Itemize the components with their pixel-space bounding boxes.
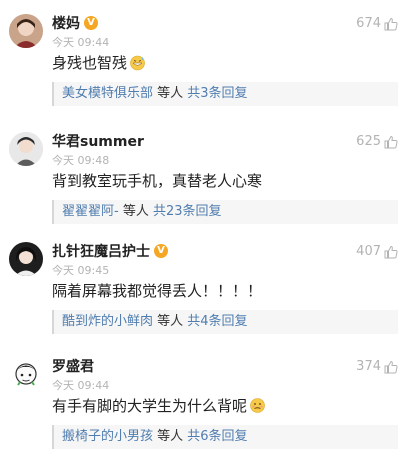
reply-count-link[interactable]: 共3条回复 — [187, 86, 247, 101]
username[interactable]: 罗盛君 — [52, 356, 94, 376]
thumbs-up-icon — [384, 135, 398, 149]
verified-badge-icon: V — [154, 244, 168, 258]
reply-count-link[interactable]: 共6条回复 — [187, 429, 247, 444]
comment-text: 有手有脚的大学生为什么背呢 — [52, 395, 266, 416]
reply-count-link[interactable]: 共23条回复 — [153, 204, 222, 219]
comment-time: 今天 09:44 — [52, 379, 110, 392]
like-count: 374 — [356, 359, 381, 374]
reply-count-link[interactable]: 共4条回复 — [187, 314, 247, 329]
comment-text: 身残也智残 — [52, 52, 146, 73]
comment-text-content: 背到教室玩手机，真替老人心寒 — [52, 172, 263, 190]
avatar[interactable] — [9, 14, 43, 48]
reply-summary[interactable]: 美女模特俱乐部 等人 共3条回复 — [52, 82, 398, 106]
like-button[interactable]: 407 — [356, 244, 398, 259]
comment-text: 背到教室玩手机，真替老人心寒 — [52, 170, 262, 191]
reply-user-link[interactable]: 翟翟翟阿- — [62, 204, 119, 219]
avatar[interactable] — [9, 242, 43, 276]
reply-middle-text: 等人 — [153, 429, 188, 444]
thumbs-up-icon — [384, 245, 398, 259]
username-text: 罗盛君 — [52, 359, 94, 375]
like-button[interactable]: 625 — [356, 134, 398, 149]
comment-feed: 楼妈 V 今天 09:44 674 身残也智残 美女模特俱乐部 等人 共3条回复 — [0, 0, 410, 460]
reply-middle-text: 等人 — [153, 314, 188, 329]
avatar[interactable] — [9, 357, 43, 391]
username[interactable]: 华君summer — [52, 131, 144, 151]
avatar[interactable] — [9, 132, 43, 166]
comment-time: 今天 09:45 — [52, 264, 110, 277]
comment-text-content: 隔着屏幕我都觉得丢人！！！！ — [52, 282, 263, 300]
reply-summary[interactable]: 翟翟翟阿- 等人 共23条回复 — [52, 200, 398, 224]
reply-middle-text: 等人 — [118, 204, 153, 219]
awkward-face-icon — [249, 397, 266, 414]
like-button[interactable]: 374 — [356, 359, 398, 374]
username-text: 扎针狂魔吕护士 — [52, 244, 150, 260]
like-count: 625 — [356, 134, 381, 149]
comment-time: 今天 09:48 — [52, 154, 110, 167]
comment-text: 隔着屏幕我都觉得丢人！！！！ — [52, 280, 262, 301]
comment-text-content: 身残也智残 — [52, 54, 128, 72]
sweat-smile-icon — [129, 54, 146, 71]
like-count: 407 — [356, 244, 381, 259]
reply-middle-text: 等人 — [153, 86, 188, 101]
thumbs-up-icon — [384, 17, 398, 31]
thumbs-up-icon — [384, 360, 398, 374]
comment-time: 今天 09:44 — [52, 36, 110, 49]
reply-summary[interactable]: 酷到炸的小鲜肉 等人 共4条回复 — [52, 310, 398, 334]
username[interactable]: 楼妈 V — [52, 13, 98, 33]
username-text: 楼妈 — [52, 16, 80, 32]
reply-summary[interactable]: 搬椅子的小男孩 等人 共6条回复 — [52, 425, 398, 449]
reply-user-link[interactable]: 酷到炸的小鲜肉 — [62, 314, 153, 329]
like-button[interactable]: 674 — [356, 16, 398, 31]
comment-text-content: 有手有脚的大学生为什么背呢 — [52, 397, 248, 415]
verified-badge-icon: V — [84, 16, 98, 30]
like-count: 674 — [356, 16, 381, 31]
reply-user-link[interactable]: 美女模特俱乐部 — [62, 86, 153, 101]
reply-user-link[interactable]: 搬椅子的小男孩 — [62, 429, 153, 444]
username-text: 华君summer — [52, 134, 144, 150]
username[interactable]: 扎针狂魔吕护士 V — [52, 241, 168, 261]
